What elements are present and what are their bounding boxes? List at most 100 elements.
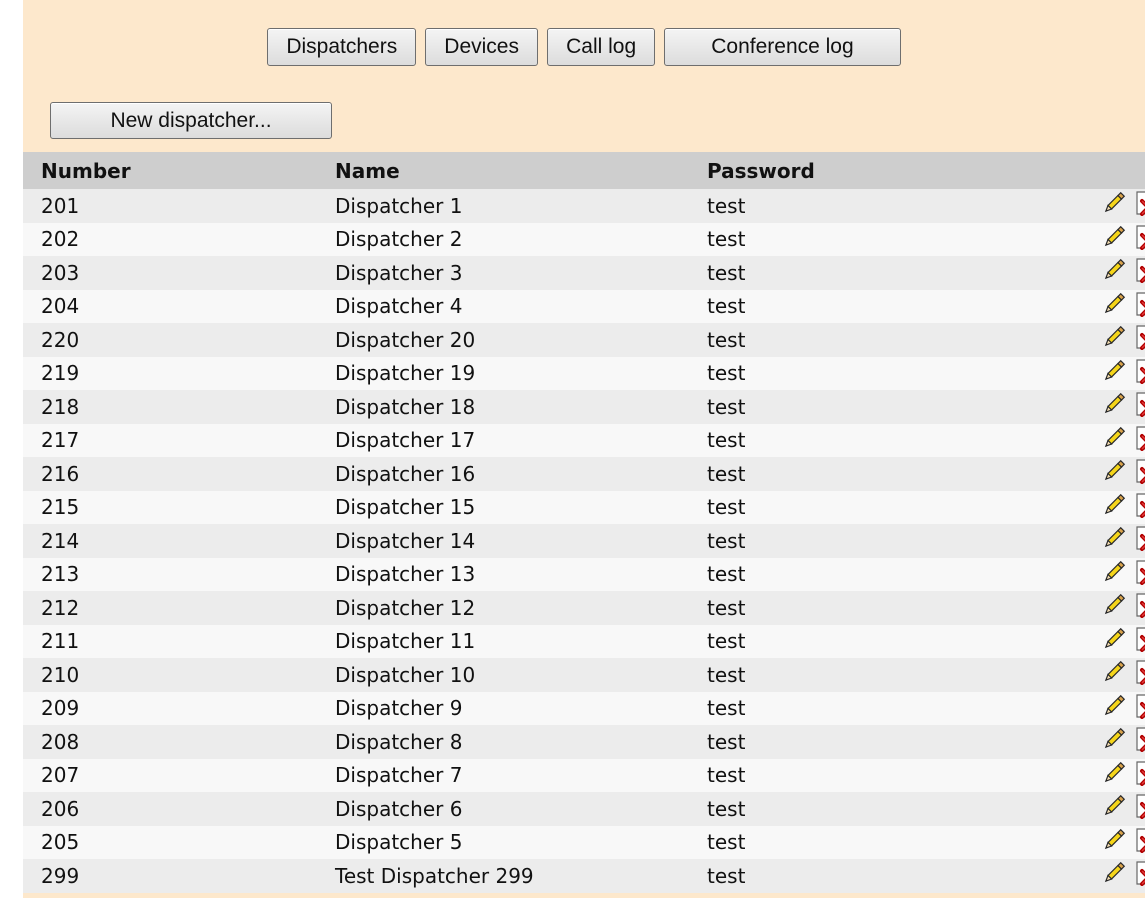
pencil-icon[interactable] xyxy=(1101,860,1127,886)
row-actions xyxy=(1101,726,1145,753)
pencil-icon[interactable] xyxy=(1101,324,1127,350)
cell-password: test xyxy=(707,629,746,654)
pencil-icon[interactable] xyxy=(1101,358,1127,384)
column-header-name: Name xyxy=(335,152,707,189)
delete-icon[interactable] xyxy=(1133,626,1145,652)
page: Dispatchers Devices Call log Conference … xyxy=(0,0,1145,898)
cell-name: Dispatcher 17 xyxy=(335,428,476,453)
delete-icon[interactable] xyxy=(1133,190,1145,217)
cell-actions xyxy=(1079,457,1145,491)
delete-icon[interactable] xyxy=(1133,324,1145,351)
cell-actions xyxy=(1079,558,1145,592)
pencil-icon[interactable] xyxy=(1101,626,1127,652)
cell-name: Test Dispatcher 299 xyxy=(335,863,534,888)
new-dispatcher-button[interactable]: New dispatcher... xyxy=(50,102,332,139)
cell-number: 299 xyxy=(41,863,80,888)
delete-icon[interactable] xyxy=(1133,827,1145,853)
pencil-icon[interactable] xyxy=(1101,425,1127,451)
delete-icon[interactable] xyxy=(1133,760,1145,786)
row-actions xyxy=(1101,257,1145,284)
pencil-icon[interactable] xyxy=(1101,726,1127,752)
cell-name: Dispatcher 16 xyxy=(335,461,476,486)
cell-number: 211 xyxy=(41,629,80,654)
cell-number: 205 xyxy=(41,830,80,855)
delete-icon[interactable] xyxy=(1133,224,1145,250)
cell-number: 215 xyxy=(41,495,80,520)
row-actions xyxy=(1101,760,1145,786)
delete-icon[interactable] xyxy=(1133,525,1145,552)
delete-icon[interactable] xyxy=(1133,458,1145,485)
delete-icon[interactable] xyxy=(1133,693,1145,719)
row-actions xyxy=(1101,190,1145,217)
pencil-icon[interactable] xyxy=(1101,224,1127,250)
cell-number: 219 xyxy=(41,361,80,386)
pencil-icon[interactable] xyxy=(1101,525,1127,551)
delete-icon[interactable] xyxy=(1133,659,1145,686)
cell-actions xyxy=(1079,625,1145,659)
table-row: 299 Test Dispatcher 299 test xyxy=(23,859,1145,893)
pencil-icon[interactable] xyxy=(1101,760,1127,786)
cell-name: Dispatcher 13 xyxy=(335,562,476,587)
dispatchers-button[interactable]: Dispatchers xyxy=(267,28,417,66)
delete-icon[interactable] xyxy=(1133,391,1145,418)
cell-name: Dispatcher 18 xyxy=(335,394,476,419)
pencil-icon[interactable] xyxy=(1101,693,1127,719)
table-row: 211 Dispatcher 11 test xyxy=(23,624,1145,659)
delete-icon[interactable] xyxy=(1133,726,1145,753)
table-row: 213 Dispatcher 13 test xyxy=(23,557,1145,592)
cell-password: test xyxy=(707,696,746,721)
cell-number: 206 xyxy=(41,796,80,821)
delete-icon[interactable] xyxy=(1133,793,1145,820)
row-actions xyxy=(1101,793,1145,820)
row-actions xyxy=(1101,860,1145,887)
pencil-icon[interactable] xyxy=(1101,592,1127,618)
pencil-icon[interactable] xyxy=(1101,391,1127,417)
pencil-icon[interactable] xyxy=(1101,559,1127,585)
delete-icon[interactable] xyxy=(1133,358,1145,384)
pencil-icon[interactable] xyxy=(1101,492,1127,518)
cell-actions xyxy=(1079,692,1145,726)
delete-icon[interactable] xyxy=(1133,425,1145,451)
delete-icon[interactable] xyxy=(1133,559,1145,585)
cell-password: test xyxy=(707,193,746,218)
cell-password: test xyxy=(707,729,746,754)
delete-icon[interactable] xyxy=(1133,492,1145,518)
row-actions xyxy=(1101,559,1145,585)
cell-actions xyxy=(1079,591,1145,625)
cell-actions xyxy=(1079,491,1145,525)
table-header-row: Number Name Password xyxy=(23,152,1145,189)
table-row: 220 Dispatcher 20 test xyxy=(23,323,1145,357)
cell-name: Dispatcher 6 xyxy=(335,796,463,821)
devices-button[interactable]: Devices xyxy=(425,28,538,66)
delete-icon[interactable] xyxy=(1133,257,1145,284)
pencil-icon[interactable] xyxy=(1101,659,1127,685)
cell-number: 220 xyxy=(41,327,80,352)
delete-icon[interactable] xyxy=(1133,291,1145,317)
row-actions xyxy=(1101,827,1145,853)
table-row: 219 Dispatcher 19 test xyxy=(23,356,1145,391)
cell-actions xyxy=(1079,357,1145,391)
pencil-icon[interactable] xyxy=(1101,291,1127,317)
delete-icon[interactable] xyxy=(1133,592,1145,619)
cell-name: Dispatcher 5 xyxy=(335,830,463,855)
table-row: 202 Dispatcher 2 test xyxy=(23,222,1145,256)
cell-actions xyxy=(1079,792,1145,826)
row-actions xyxy=(1101,291,1145,317)
table-row: 207 Dispatcher 7 test xyxy=(23,758,1145,792)
table-row: 217 Dispatcher 17 test xyxy=(23,423,1145,457)
cell-actions xyxy=(1079,826,1145,860)
pencil-icon[interactable] xyxy=(1101,827,1127,853)
pencil-icon[interactable] xyxy=(1101,458,1127,484)
cell-password: test xyxy=(707,461,746,486)
pencil-icon[interactable] xyxy=(1101,190,1127,216)
pencil-icon[interactable] xyxy=(1101,257,1127,283)
row-actions xyxy=(1101,391,1145,418)
pencil-icon[interactable] xyxy=(1101,793,1127,819)
call-log-button[interactable]: Call log xyxy=(547,28,656,66)
cell-actions xyxy=(1079,256,1145,290)
conference-log-button[interactable]: Conference log xyxy=(664,28,901,66)
cell-password: test xyxy=(707,361,746,386)
delete-icon[interactable] xyxy=(1133,860,1145,887)
cell-number: 202 xyxy=(41,227,80,252)
cell-password: test xyxy=(707,495,746,520)
